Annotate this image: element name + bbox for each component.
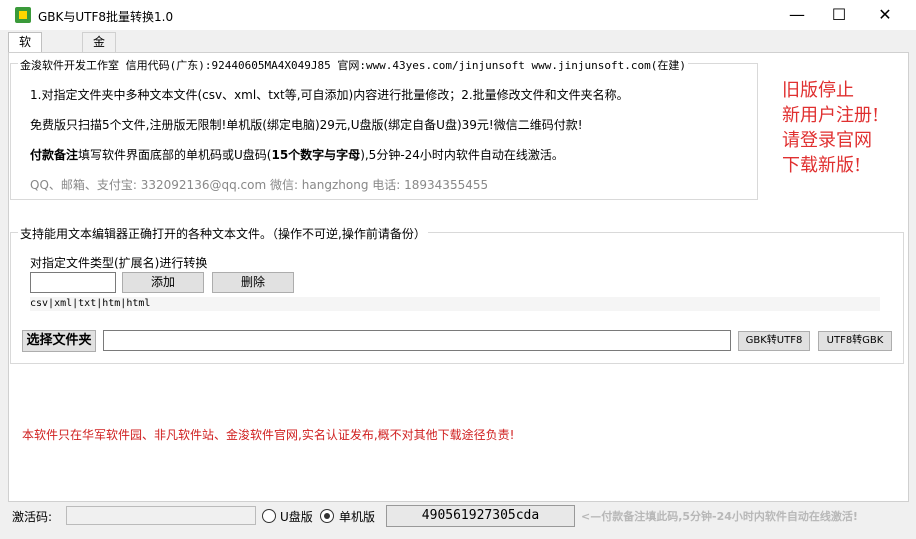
- delete-button[interactable]: 删除: [212, 272, 294, 293]
- folder-path-input[interactable]: [103, 330, 731, 351]
- window-title: GBK与UTF8批量转换1.0: [38, 10, 174, 24]
- info-line-1: 1.对指定文件夹中多种文本文件(csv、xml、txt等,可自添加)内容进行批量…: [30, 88, 629, 102]
- activation-code-input[interactable]: [66, 506, 256, 525]
- distribution-notice: 本软件只在华军软件园、非凡软件站、金浚软件官网,实名认证发布,概不对其他下载途径…: [22, 428, 515, 442]
- convert-legend: 支持能用文本编辑器正确打开的各种文本文件。（操作不可逆,操作前请备份）: [18, 225, 428, 242]
- tab-jinjun[interactable]: 金浚软件: [82, 32, 117, 106]
- minimize-button[interactable]: —: [774, 0, 820, 30]
- usb-label: U盘版: [280, 510, 313, 524]
- side-notice-line: 请登录官网: [782, 130, 872, 151]
- pc-label: 单机版: [339, 510, 376, 524]
- status-bar: 激活码: U盘版 单机版 490561927305cda <—付款备注填此码,5…: [8, 503, 907, 529]
- title-bar: GBK与UTF8批量转换1.0 — ☐ ✕: [0, 0, 916, 30]
- extension-list: csv|xml|txt|htm|html: [30, 297, 880, 311]
- extension-input[interactable]: [30, 272, 116, 293]
- gbk-to-utf8-button[interactable]: GBK转UTF8: [738, 331, 810, 351]
- app-icon: [15, 7, 31, 23]
- activation-label: 激活码:: [12, 510, 53, 524]
- info-legend: 金浚软件开发工作室 信用代码(广东):92440605MA4X049J85 官网…: [18, 57, 688, 73]
- machine-code: 490561927305cda: [386, 505, 575, 527]
- side-notice-line: 旧版停止: [782, 80, 854, 101]
- add-button[interactable]: 添加: [122, 272, 204, 293]
- usb-radio[interactable]: [262, 509, 276, 523]
- close-button[interactable]: ✕: [862, 0, 908, 30]
- info-line-3-mid: 填写软件界面底部的单机码或U盘码(: [78, 148, 272, 162]
- info-line-3-end: ),5分钟-24小时内软件自动在线激活。: [360, 148, 564, 162]
- side-notice-line: 下载新版!: [782, 155, 862, 176]
- info-line-3: 付款备注填写软件界面底部的单机码或U盘码(15个数字与字母),5分钟-24小时内…: [30, 146, 564, 163]
- choose-folder-button[interactable]: 选择文件夹: [22, 330, 96, 352]
- info-line-3-bold: 付款备注: [30, 148, 79, 162]
- tab-settings[interactable]: 软件设置: [8, 32, 43, 106]
- utf8-to-gbk-button[interactable]: UTF8转GBK: [818, 331, 892, 351]
- info-line-3-bold2: 15个数字与字母: [271, 148, 361, 162]
- file-type-label: 对指定文件类型(扩展名)进行转换: [30, 256, 208, 270]
- info-line-2: 免费版只扫描5个文件,注册版无限制!单机版(绑定电脑)29元,U盘版(绑定自备U…: [30, 118, 583, 132]
- maximize-button[interactable]: ☐: [816, 0, 862, 30]
- pc-radio[interactable]: [320, 509, 334, 523]
- machine-code-hint: <—付款备注填此码,5分钟-24小时内软件自动在线激活!: [581, 510, 858, 523]
- side-notice: 旧版停止 新用户注册! 请登录官网 下载新版!: [782, 78, 879, 178]
- contact-line: QQ、邮箱、支付宝: 332092136@qq.com 微信: hangzhon…: [30, 178, 489, 192]
- side-notice-line: 新用户注册!: [782, 105, 880, 126]
